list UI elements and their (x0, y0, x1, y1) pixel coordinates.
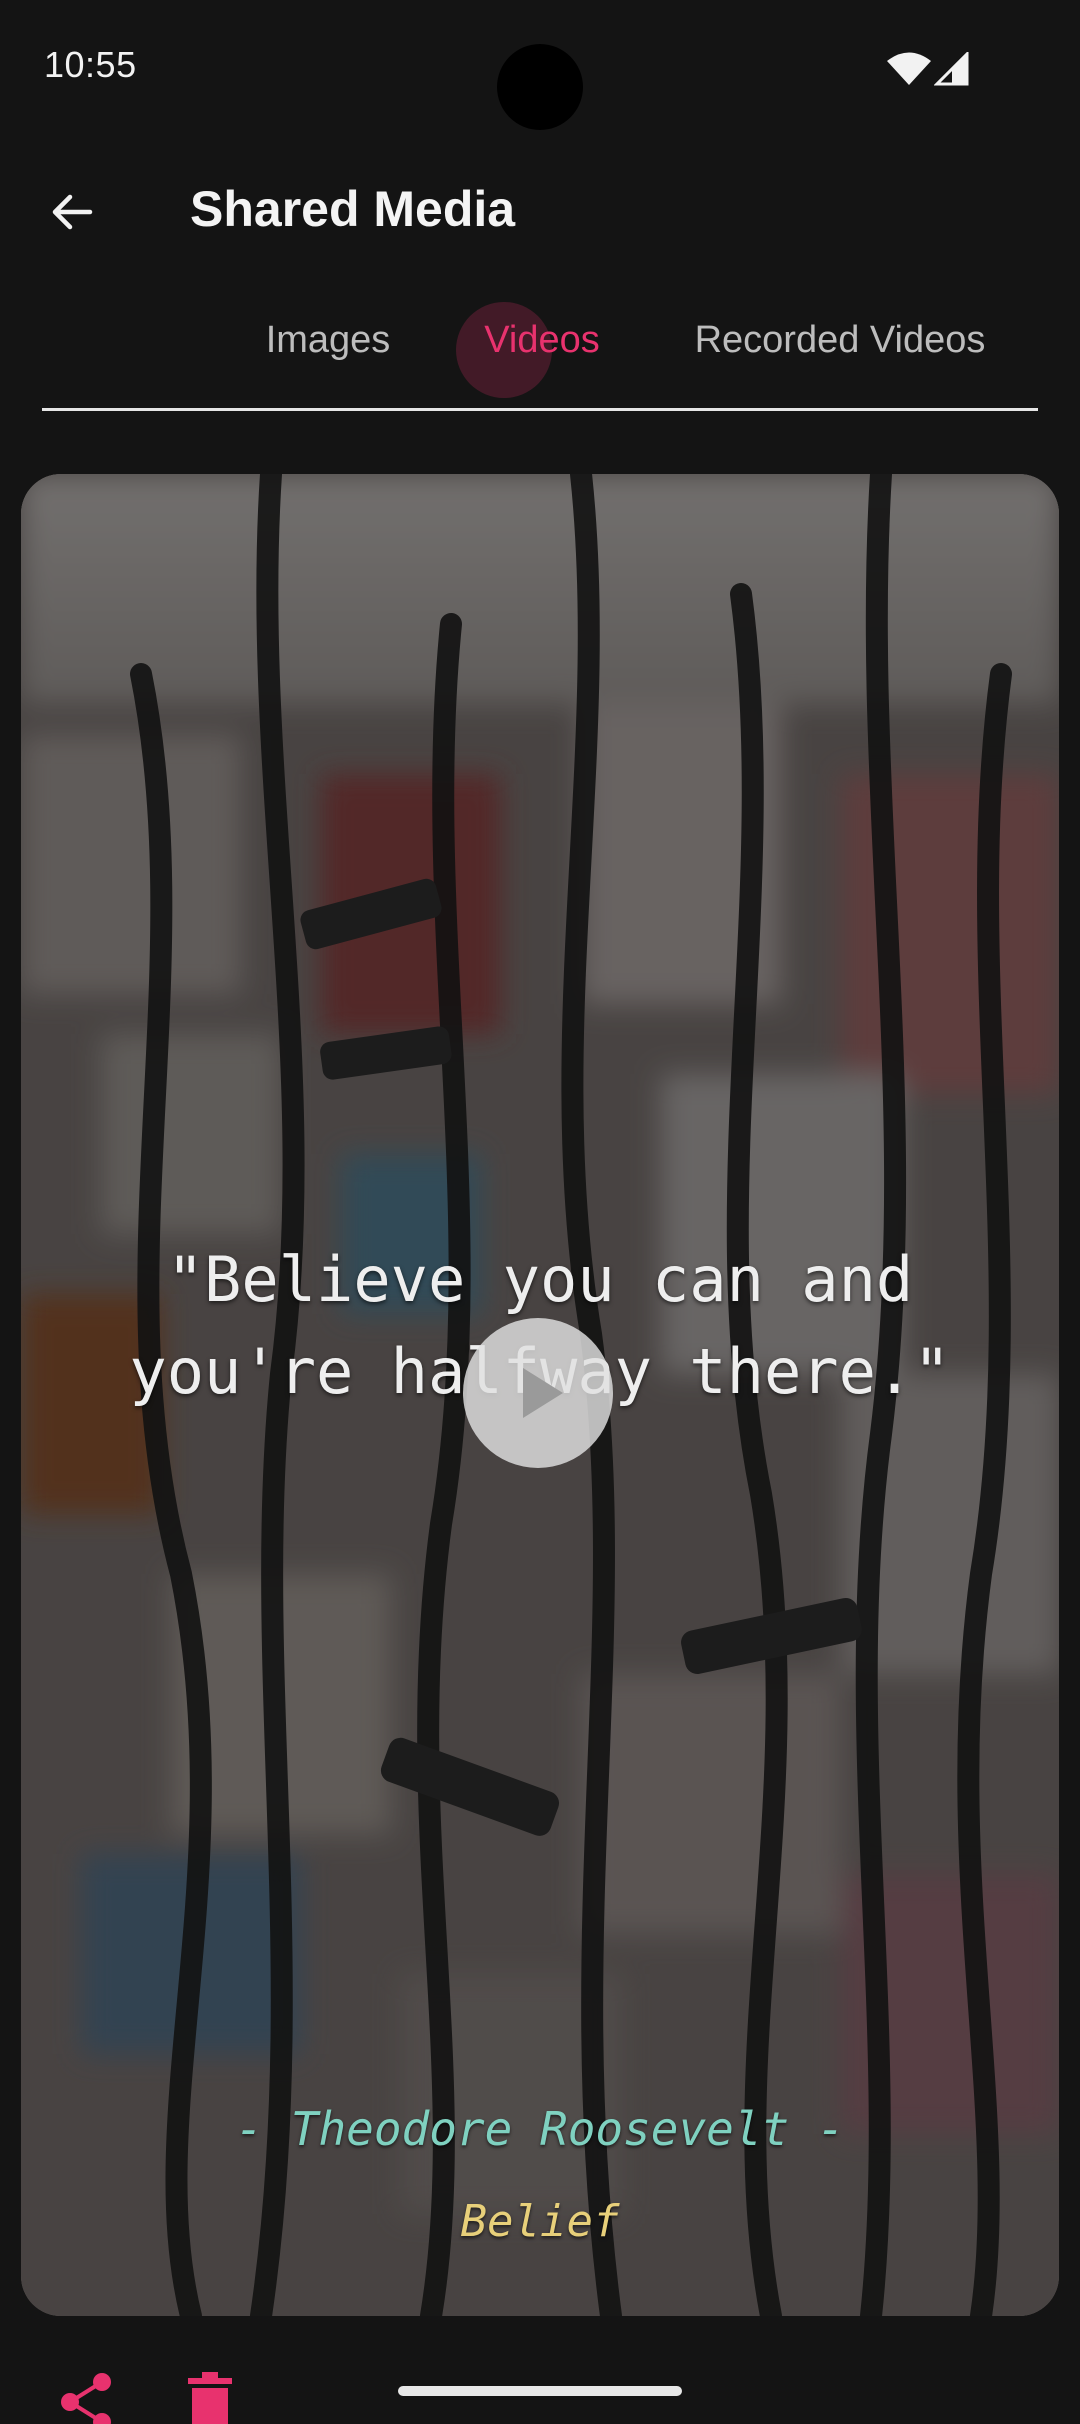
app-bar: Shared Media (0, 150, 1080, 260)
quote-author: - Theodore Roosevelt - (235, 2102, 845, 2156)
home-indicator[interactable] (398, 2386, 682, 2396)
status-bar: 10:55 (0, 0, 1080, 140)
arrow-left-icon (52, 194, 93, 230)
video-card[interactable]: "Believe you can and you're halfway ther… (21, 474, 1059, 2316)
back-button[interactable] (30, 170, 114, 254)
trash-icon[interactable] (186, 2370, 234, 2424)
play-icon (523, 1368, 563, 1418)
share-icon[interactable] (56, 2370, 116, 2424)
cellular-signal-icon (934, 52, 969, 86)
wifi-icon (887, 52, 931, 85)
screen: 10:55 Shared Media Images Videos Recorde… (0, 0, 1080, 2424)
play-button[interactable] (463, 1318, 613, 1468)
tab-bar: Images Videos Recorded Videos (42, 290, 1038, 411)
tab-recorded-videos[interactable]: Recorded Videos (614, 290, 1066, 390)
camera-cutout (497, 44, 583, 130)
quote-tag: Belief (460, 2196, 620, 2247)
page-title: Shared Media (190, 181, 516, 237)
status-time: 10:55 (44, 44, 137, 85)
